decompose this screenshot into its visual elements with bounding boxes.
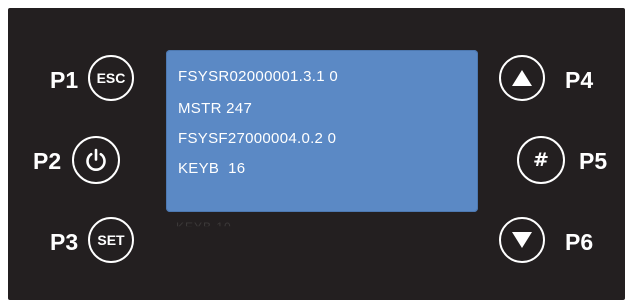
display-overflow-line: KEYB 10 [176, 220, 232, 234]
up-button[interactable] [499, 55, 545, 101]
lcd-display: FSYSR02000001.3.1 0 MSTR 247 FSYSF270000… [166, 50, 478, 212]
esc-button[interactable]: ESC [88, 55, 134, 101]
label-p4: P4 [565, 67, 594, 93]
display-line-3: FSYSF27000004.0.2 0 [178, 130, 337, 147]
display-line-1: FSYSR02000001.3.1 0 [178, 68, 338, 85]
display-line-2: MSTR 247 [178, 100, 253, 117]
label-p1: P1 [50, 67, 79, 93]
display-line-4: KEYB 16 [178, 160, 246, 177]
label-p2: P2 [33, 148, 62, 174]
triangle-down-icon [512, 232, 532, 248]
power-icon [86, 148, 106, 172]
down-button[interactable] [499, 217, 545, 263]
hash-button[interactable]: # [517, 136, 565, 184]
esc-label: ESC [96, 70, 126, 86]
control-panel: P1 ESC P2 P3 SET FSYSR02000001.3.1 0 MST… [8, 8, 625, 300]
power-button[interactable] [72, 136, 120, 184]
label-p5: P5 [579, 148, 608, 174]
label-p6: P6 [565, 229, 594, 255]
triangle-up-icon [512, 70, 532, 86]
label-p3: P3 [50, 229, 79, 255]
set-button[interactable]: SET [88, 217, 134, 263]
hash-label: # [533, 149, 549, 171]
set-label: SET [97, 232, 125, 248]
